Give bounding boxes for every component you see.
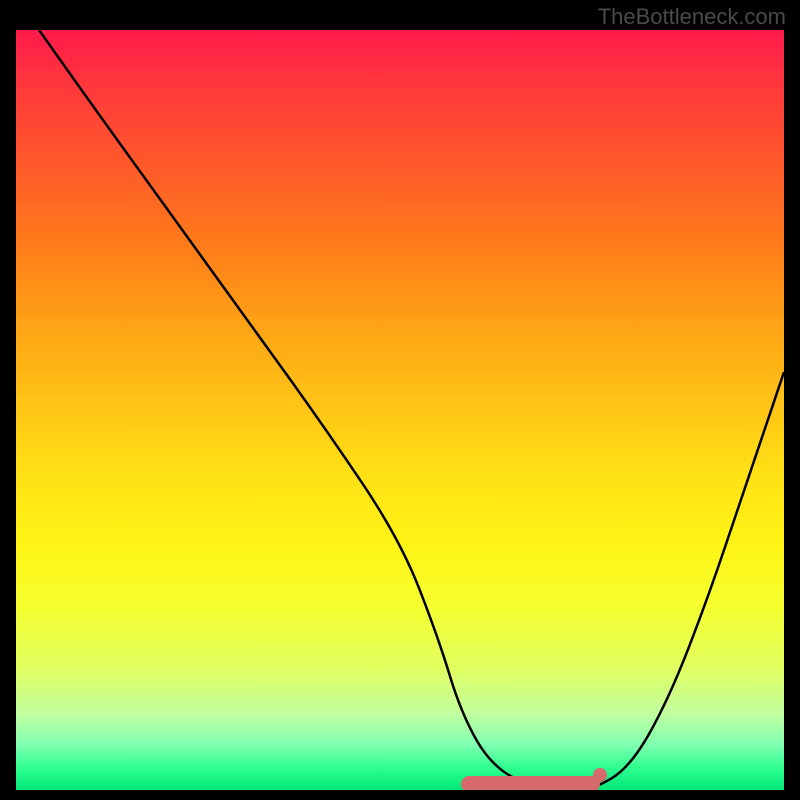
watermark-text: TheBottleneck.com <box>598 4 786 30</box>
bottleneck-curve <box>16 30 784 790</box>
optimal-point-dot <box>593 768 607 782</box>
